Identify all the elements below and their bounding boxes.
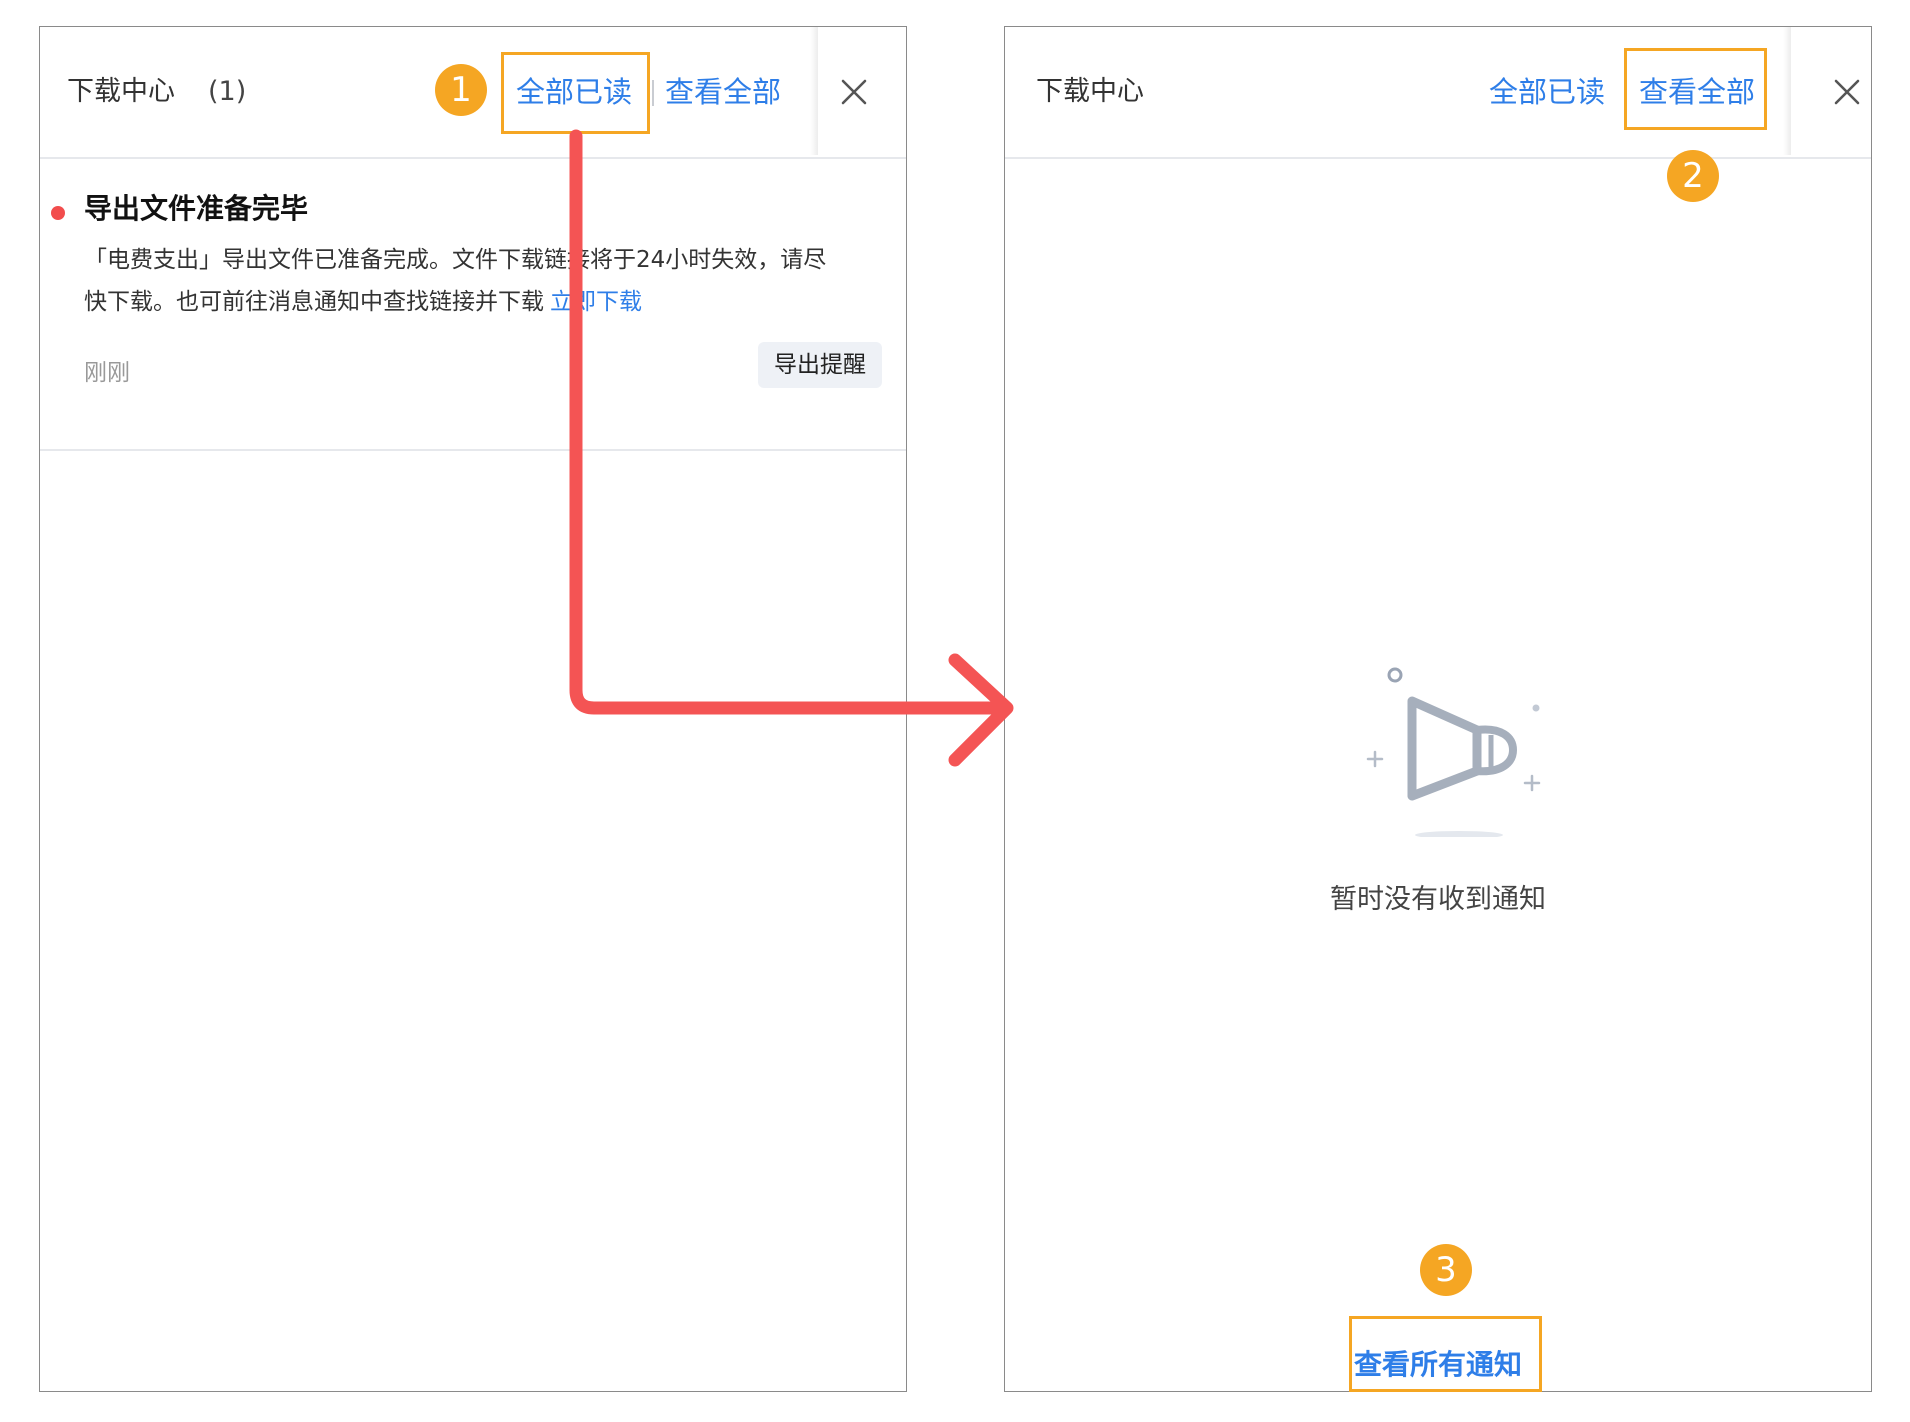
notification-body-line: 快下载。也可前往消息通知中查找链接并下载 立即下载 (84, 281, 884, 323)
unread-dot (51, 206, 65, 220)
mark-all-read-button[interactable]: 全部已读 (1489, 27, 1605, 157)
panel-title: 下载中心 (1036, 76, 1144, 107)
notification-item[interactable]: 导出文件准备完毕 「电费支出」导出文件已准备完成。文件下载链接将于24小时失效，… (40, 157, 906, 451)
download-center-panel-left: 下载中心 (1) 全部已读 查看全部 导出文件准备完毕 「电费支出」导出文件已准… (39, 26, 907, 1392)
highlight-mark-all-read (501, 52, 650, 134)
notification-time: 刚刚 (84, 360, 130, 386)
notification-body-text: 快下载。也可前往消息通知中查找链接并下载 (84, 289, 544, 315)
close-icon[interactable] (834, 72, 874, 112)
step-badge-1: 1 (435, 64, 487, 116)
highlight-view-all-notifications (1349, 1316, 1542, 1392)
unread-count: (1) (208, 76, 247, 107)
header-shadow (810, 27, 818, 155)
highlight-view-all (1624, 48, 1767, 130)
notification-tag: 导出提醒 (758, 342, 882, 388)
download-center-panel-right: 下载中心 全部已读 查看全部 暂时没有收到通知 查看所有通知 (1004, 26, 1872, 1392)
header-separator (652, 80, 654, 106)
notification-title: 导出文件准备完毕 (84, 192, 309, 225)
notification-body-line: 「电费支出」导出文件已准备完成。文件下载链接将于24小时失效，请尽 (84, 247, 827, 273)
notification-body: 「电费支出」导出文件已准备完成。文件下载链接将于24小时失效，请尽 快下载。也可… (84, 239, 884, 323)
empty-state-text: 暂时没有收到通知 (1330, 884, 1546, 915)
header-shadow (1783, 27, 1791, 155)
download-now-link[interactable]: 立即下载 (550, 289, 642, 315)
step-badge-3: 3 (1420, 1244, 1472, 1296)
megaphone-icon (1341, 637, 1541, 839)
panel-title: 下载中心 (67, 76, 175, 107)
close-icon[interactable] (1827, 72, 1867, 112)
step-badge-2: 2 (1667, 150, 1719, 202)
view-all-button[interactable]: 查看全部 (665, 27, 781, 157)
